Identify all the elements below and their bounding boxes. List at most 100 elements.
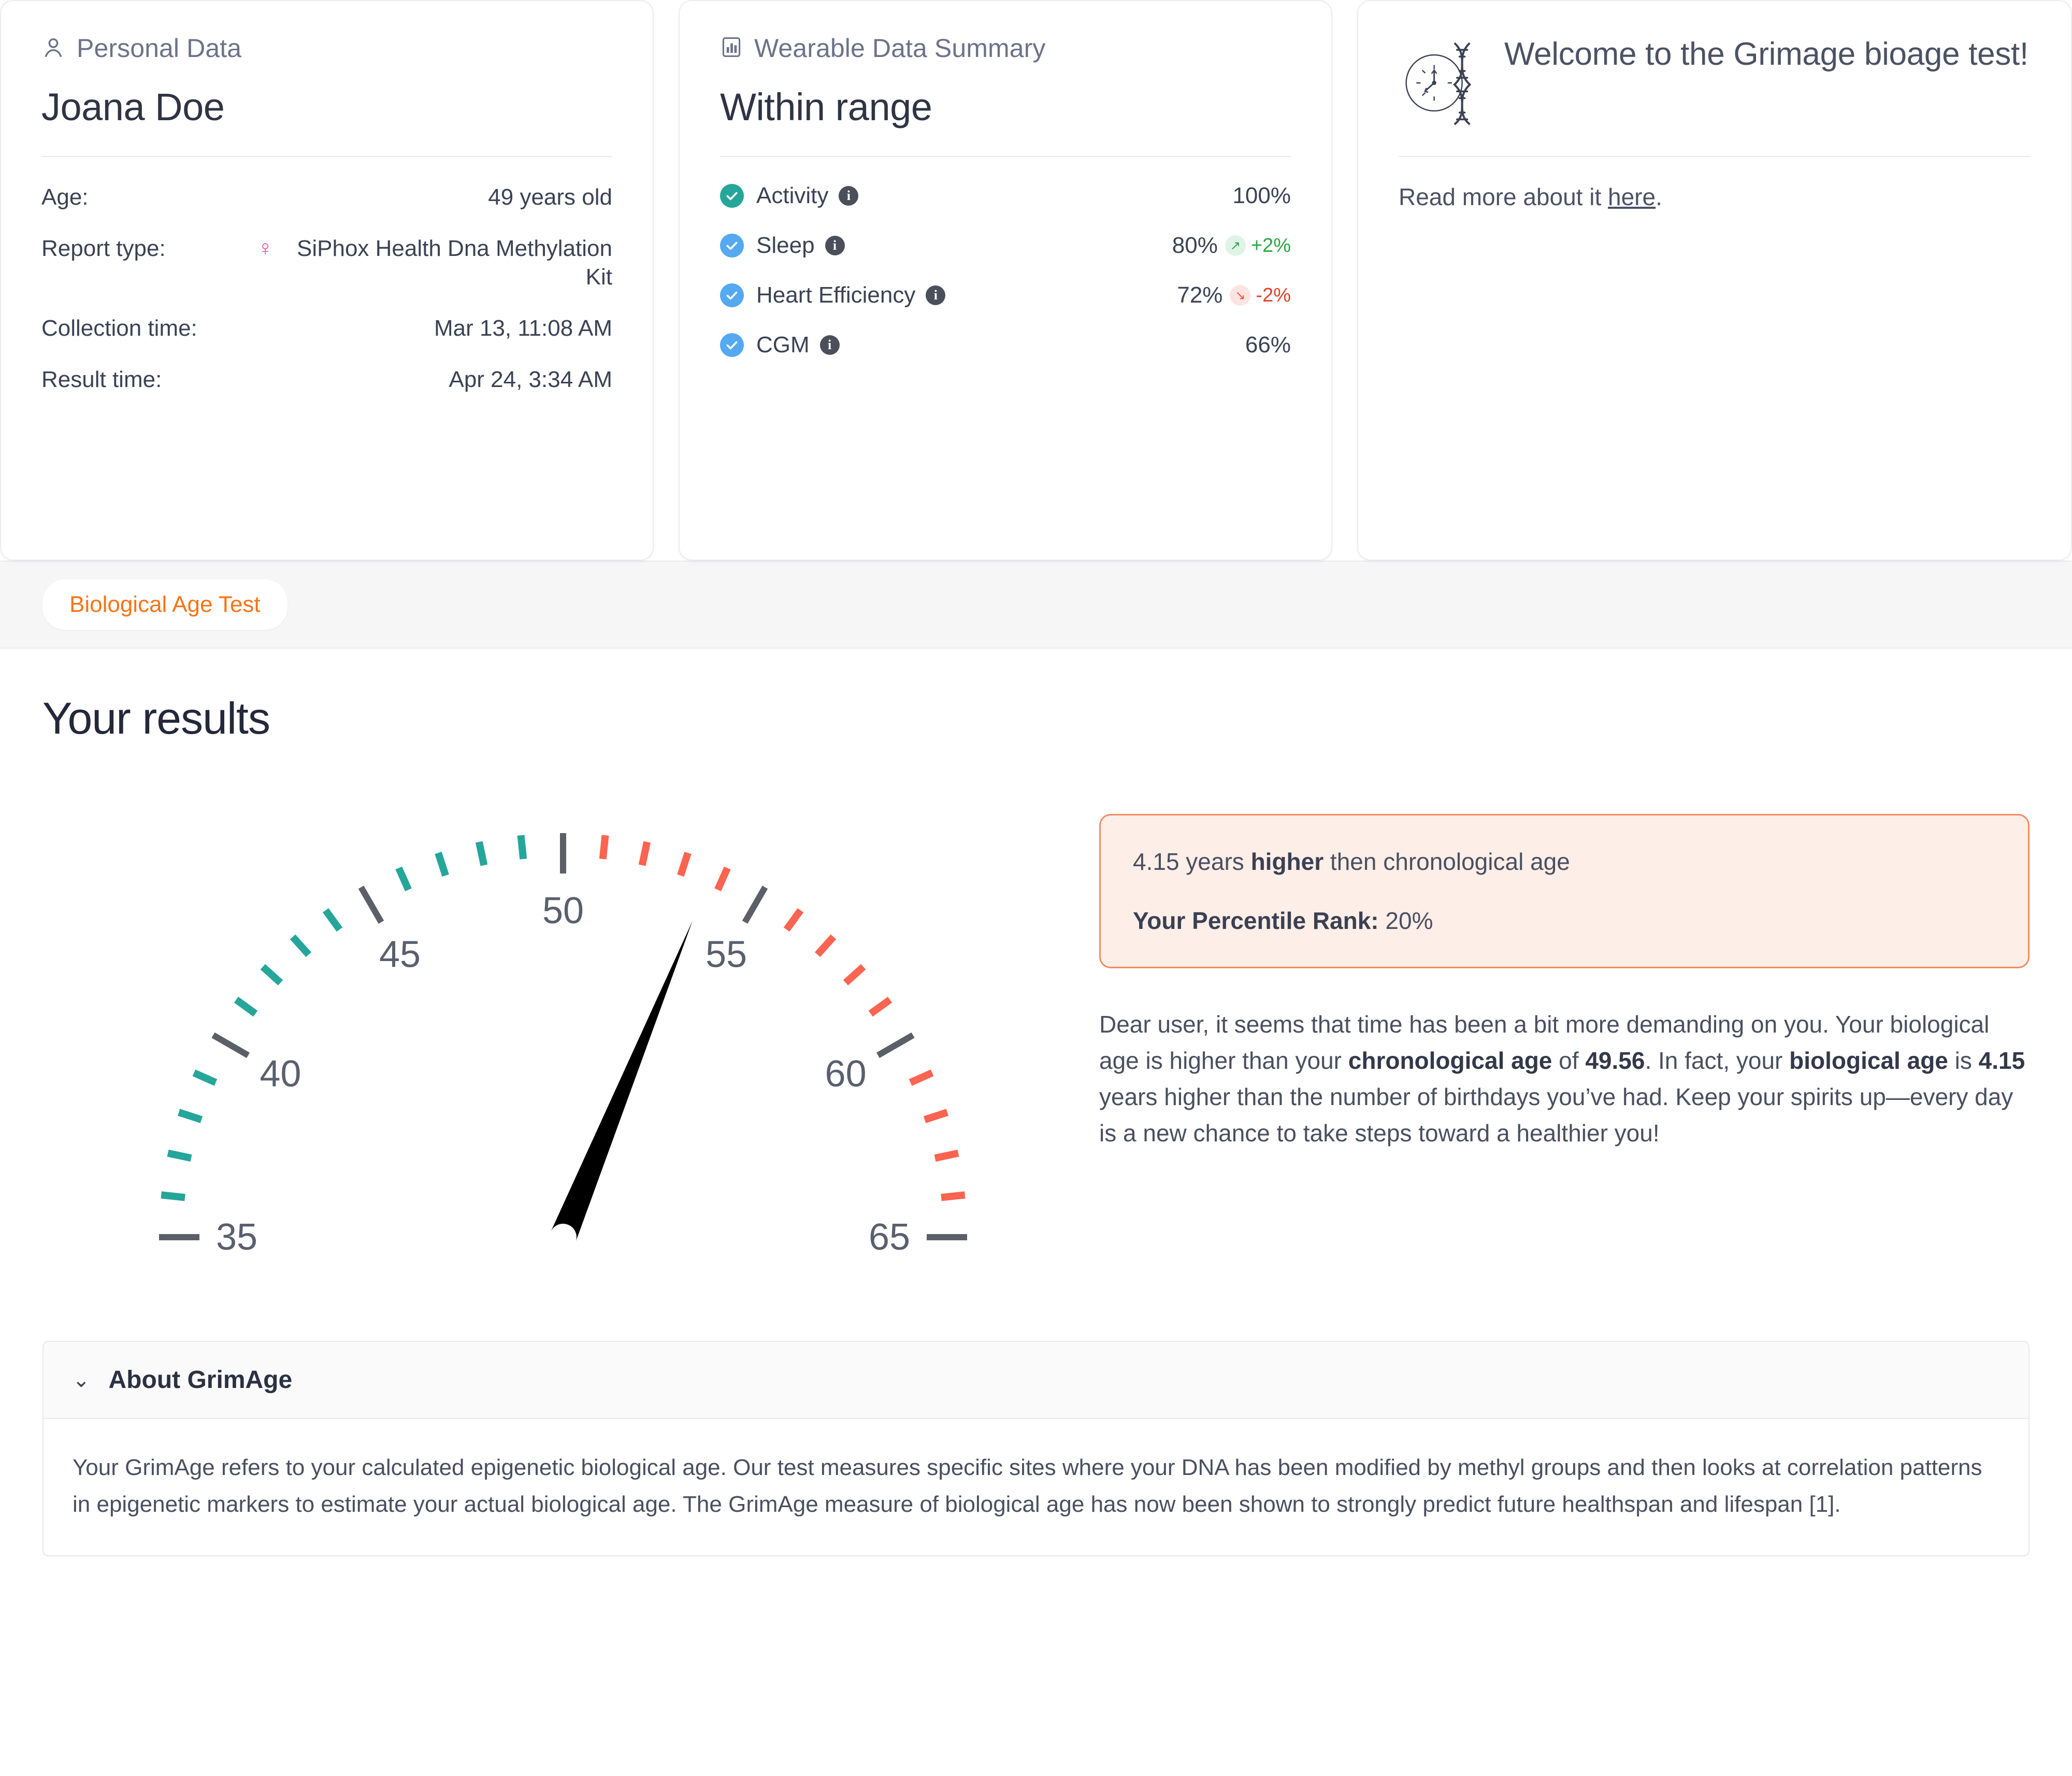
- report-type-row: Report type: ♀ SiPhox Health Dna Methyla…: [41, 234, 612, 291]
- metric-label: Sleep: [756, 233, 815, 258]
- welcome-readmore-suffix: .: [1656, 183, 1662, 210]
- summary-cards-row: Personal Data Joana Doe Age: 49 years ol…: [0, 0, 2072, 561]
- gauge-tick: [941, 1191, 966, 1201]
- report-type-label: Report type:: [41, 236, 166, 261]
- age-difference-value: 4.15: [1133, 848, 1179, 875]
- gauge-tick: [178, 1109, 203, 1123]
- personal-data-label: Personal Data: [77, 34, 242, 63]
- wearable-status: Within range: [720, 85, 932, 128]
- gauge-tick: [909, 1069, 934, 1086]
- welcome-readmore-prefix: Read more about it: [1399, 183, 1608, 210]
- card-divider: [41, 156, 612, 157]
- gauge-tick: [192, 1069, 218, 1086]
- trend-value: +2%: [1250, 234, 1291, 256]
- result-time-row: Result time: Apr 24, 3:34 AM: [41, 365, 612, 394]
- narrative-bold-biological: biological age: [1789, 1047, 1948, 1075]
- info-icon[interactable]: i: [825, 236, 845, 255]
- gauge-tick: [814, 934, 837, 957]
- wearable-data-card: Wearable Data Summary Within range Activ…: [679, 0, 1332, 561]
- gauge-tick-label: 40: [260, 1053, 301, 1095]
- info-icon[interactable]: i: [839, 186, 859, 206]
- narrative-part-3: . In fact, your: [1645, 1047, 1790, 1075]
- gauge-tick: [395, 866, 412, 892]
- trend-value: -2%: [1256, 284, 1291, 306]
- check-icon: [720, 184, 744, 208]
- callout-tail: then chronological age: [1323, 848, 1570, 875]
- gauge-tick: [783, 908, 804, 932]
- metric-value: 80%: [1172, 233, 1218, 258]
- gauge-tick: [599, 835, 609, 860]
- tab-biological-age-test[interactable]: Biological Age Test: [42, 579, 287, 630]
- user-icon: [41, 35, 65, 62]
- gauge-tick: [677, 852, 692, 877]
- narrative-part-2: of: [1552, 1047, 1586, 1075]
- welcome-card: Welcome to the Grimage bioage test! Read…: [1357, 0, 2072, 561]
- age-row: Age: 49 years old: [41, 183, 612, 211]
- gauge-tick: [435, 852, 449, 877]
- gauge-tick: [876, 1032, 915, 1058]
- metric-label: Activity: [756, 183, 829, 208]
- gauge-tick: [234, 996, 258, 1017]
- accordion-body-text: Your GrimAge refers to your calculated e…: [73, 1455, 1982, 1517]
- gauge-tick: [638, 841, 651, 866]
- gauge-tick: [923, 1109, 948, 1123]
- read-more-link[interactable]: here: [1608, 183, 1656, 210]
- info-icon[interactable]: i: [819, 335, 840, 355]
- gauge-tick: [475, 841, 488, 866]
- metric-value: 100%: [1232, 183, 1291, 208]
- gauge-tick: [167, 1149, 192, 1162]
- check-icon: [720, 234, 744, 257]
- gauge-tick: [260, 964, 283, 986]
- patient-name: Joana Doe: [41, 85, 225, 128]
- result-callout: 4.15 years higher then chronological age…: [1099, 814, 2030, 969]
- result-time-label: Result time:: [41, 367, 162, 392]
- age-value: 49 years old: [488, 184, 612, 210]
- welcome-readmore: Read more about it here.: [1399, 183, 2031, 211]
- result-time-value: Apr 24, 3:34 AM: [449, 367, 612, 392]
- check-icon: [720, 333, 744, 357]
- results-title: Your results: [42, 694, 270, 743]
- age-label: Age:: [41, 184, 89, 210]
- narrative-bold-difference: 4.15: [1978, 1047, 2025, 1075]
- trend-down-icon: ↘: [1230, 285, 1251, 306]
- personal-data-header: Personal Data: [41, 33, 612, 63]
- chevron-down-icon[interactable]: ⌄: [73, 1370, 90, 1391]
- gauge-needle: [550, 921, 693, 1242]
- personal-data-card: Personal Data Joana Doe Age: 49 years ol…: [0, 0, 654, 561]
- gauge-tick: [211, 1032, 250, 1058]
- info-icon[interactable]: i: [926, 285, 946, 305]
- metric-row-heart-efficiency: Heart Efficiency i 72% ↘ -2%: [720, 282, 1291, 308]
- accordion-header[interactable]: ⌄ About GrimAge: [44, 1342, 2028, 1419]
- welcome-title: Welcome to the Grimage bioage test!: [1504, 36, 2028, 72]
- gauge-tick-label: 65: [869, 1216, 910, 1258]
- welcome-header: Welcome to the Grimage bioage test!: [1399, 33, 2031, 132]
- callout-direction: higher: [1250, 848, 1324, 875]
- accordion-title: About GrimAge: [108, 1366, 293, 1394]
- report-type-value: SiPhox Health Dna Methylation Kit: [297, 236, 612, 290]
- collection-time-value: Mar 13, 11:08 AM: [434, 316, 612, 341]
- gauge-tick: [517, 835, 527, 860]
- metric-value: 66%: [1245, 332, 1291, 357]
- callout-line-1: 4.15 years higher then chronological age: [1133, 846, 1996, 878]
- gauge-tick: [322, 908, 343, 932]
- gauge-tick: [290, 934, 312, 957]
- chart-icon: [720, 36, 743, 61]
- gauge-tick: [843, 964, 866, 986]
- about-grimage-accordion: ⌄ About GrimAge Your GrimAge refers to y…: [42, 1341, 2030, 1556]
- trend-up-icon: ↗: [1225, 235, 1246, 256]
- metric-value: 72%: [1177, 282, 1223, 308]
- metric-trend: ↘ -2%: [1230, 284, 1291, 307]
- percentile-rank-label: Your Percentile Rank:: [1133, 907, 1379, 935]
- clock-dna-icon: [1399, 36, 1487, 132]
- gauge-tick: [714, 866, 731, 892]
- gauge-tick-label: 35: [216, 1216, 257, 1258]
- metric-row-sleep: Sleep i 80% ↗ +2%: [720, 233, 1291, 259]
- gauge-tick: [161, 1191, 185, 1201]
- gauge-tick-label: 45: [379, 934, 421, 975]
- check-icon: [720, 283, 744, 307]
- gauge-tick: [742, 885, 768, 924]
- accordion-body: Your GrimAge refers to your calculated e…: [44, 1419, 2028, 1555]
- wearable-data-label: Wearable Data Summary: [754, 34, 1046, 63]
- results-section: Your results 35 40 45 50 55 60 65 4.15 years h…: [0, 649, 2072, 1305]
- gauge-tick: [358, 885, 384, 924]
